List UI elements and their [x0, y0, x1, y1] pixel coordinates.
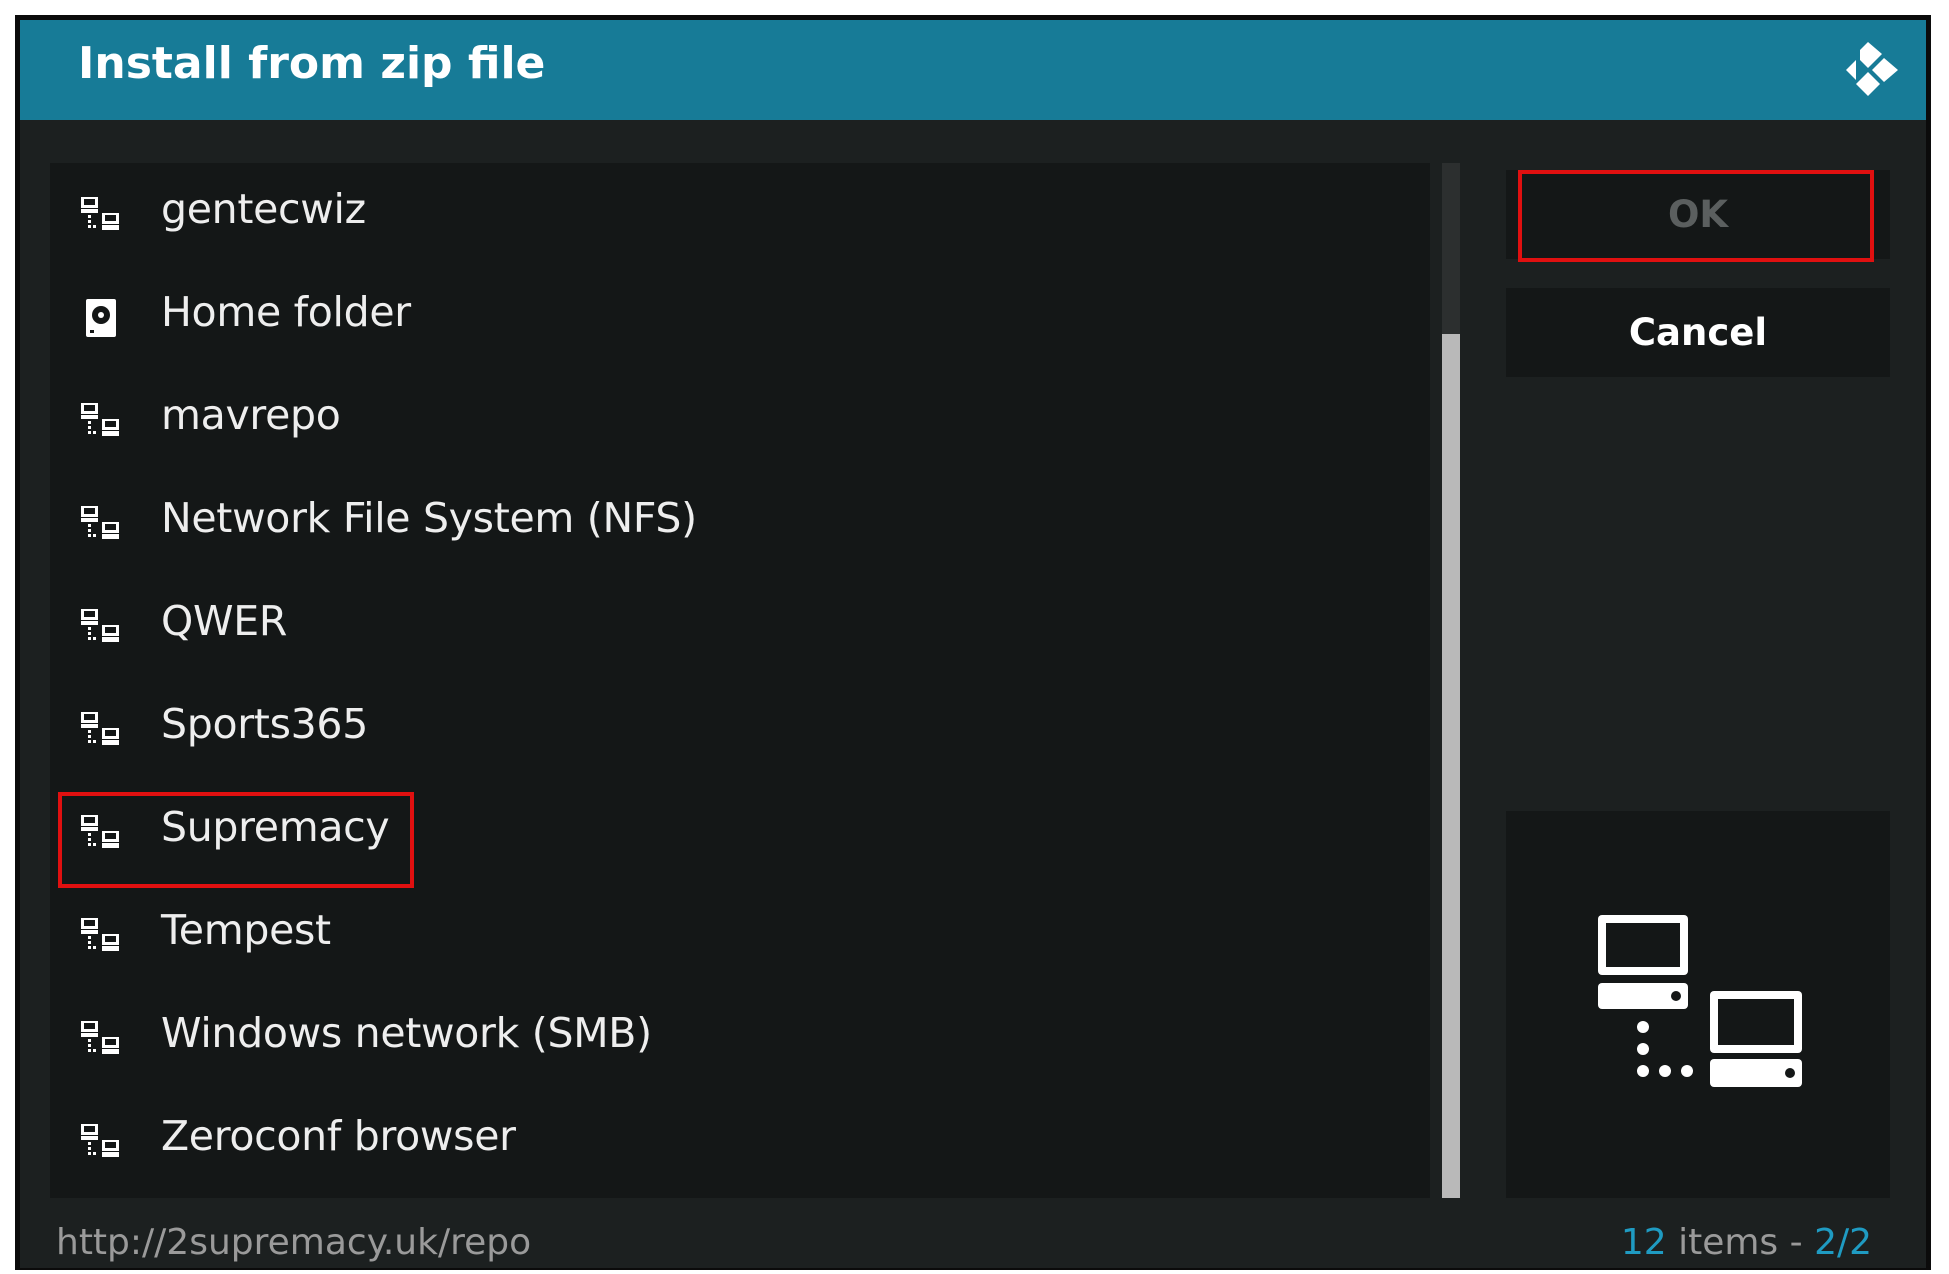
network-share-icon: [80, 608, 122, 646]
list-item[interactable]: Network File System (NFS): [50, 472, 1430, 575]
list-item-label: Home folder: [161, 288, 411, 336]
preview-thumbnail: [1506, 811, 1890, 1198]
cancel-button[interactable]: Cancel: [1506, 288, 1890, 377]
network-share-icon: [80, 402, 122, 440]
list-item[interactable]: Sports365: [50, 678, 1430, 781]
network-share-icon: [80, 1020, 122, 1058]
list-item[interactable]: mavrepo: [50, 369, 1430, 472]
list-scrollbar[interactable]: [1442, 163, 1460, 1198]
kodi-logo-icon: [1840, 38, 1904, 102]
network-share-icon: [80, 711, 122, 749]
list-item[interactable]: QWER: [50, 575, 1430, 678]
hard-drive-icon: [80, 299, 122, 337]
list-item-label: Zeroconf browser: [161, 1112, 516, 1160]
list-item-label: Windows network (SMB): [161, 1009, 652, 1057]
list-item-label: gentecwiz: [161, 185, 366, 233]
list-item-label: mavrepo: [161, 391, 341, 439]
network-share-icon: [80, 917, 122, 955]
list-item[interactable]: Zeroconf browser: [50, 1090, 1430, 1193]
install-from-zip-dialog: Install from zip file gentecwiz Home fol…: [20, 20, 1926, 1268]
list-item-label: Network File System (NFS): [161, 494, 697, 542]
network-share-icon: [80, 505, 122, 543]
item-count-number: 12: [1620, 1222, 1667, 1263]
item-count: 12 items - 2/2: [1621, 1222, 1872, 1263]
network-share-icon: [80, 1123, 122, 1161]
list-item[interactable]: Windows network (SMB): [50, 987, 1430, 1090]
list-item[interactable]: Home folder: [50, 266, 1430, 369]
list-item-label: Tempest: [161, 906, 331, 954]
list-item-label: Sports365: [161, 700, 368, 748]
scrollbar-thumb[interactable]: [1442, 334, 1460, 1198]
ok-highlight-box: [1518, 170, 1874, 262]
dialog-title: Install from zip file: [78, 38, 546, 89]
item-count-text: items -: [1666, 1222, 1815, 1263]
current-path: http://2supremacy.uk/repo: [56, 1222, 532, 1263]
network-share-icon: [80, 196, 122, 234]
supremacy-highlight-box: [58, 792, 414, 888]
list-item[interactable]: Tempest: [50, 884, 1430, 987]
dialog-header: Install from zip file: [20, 20, 1926, 120]
source-list[interactable]: gentecwiz Home folder mavrepo Network Fi…: [50, 163, 1430, 1198]
page-indicator: 2/2: [1814, 1222, 1872, 1263]
network-computers-icon: [1598, 915, 1802, 1087]
list-item[interactable]: gentecwiz: [50, 163, 1430, 266]
list-item-label: QWER: [161, 597, 288, 645]
